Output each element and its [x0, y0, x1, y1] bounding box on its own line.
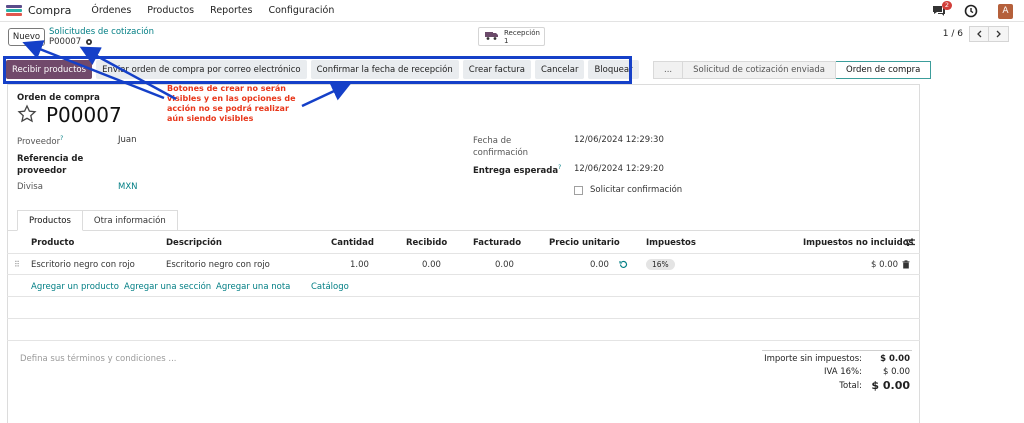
- new-button[interactable]: Nuevo: [8, 28, 45, 46]
- trash-icon[interactable]: [902, 260, 910, 272]
- breadcrumb-parent-link[interactable]: Solicitudes de cotización: [49, 27, 154, 37]
- vendor-label: Proveedor?: [17, 135, 64, 147]
- total-value: $ 0.00: [871, 379, 910, 392]
- empty-row-divider-2: [7, 318, 920, 319]
- tax-badge[interactable]: 16%: [646, 259, 675, 270]
- vendor-label-text: Proveedor: [17, 136, 61, 147]
- request-confirmation-checkbox[interactable]: [574, 186, 583, 195]
- add-product-link[interactable]: Agregar un producto: [31, 282, 119, 292]
- app-menu-icon[interactable]: [6, 4, 22, 17]
- pager-value[interactable]: 1 / 6: [943, 29, 963, 39]
- pager-previous-button[interactable]: [969, 26, 989, 42]
- reception-count: 1: [504, 36, 509, 45]
- star-icon[interactable]: [17, 104, 37, 124]
- col-header-facturado[interactable]: Facturado: [473, 238, 521, 248]
- add-section-link[interactable]: Agregar una sección: [124, 282, 211, 292]
- untaxed-amount-label: Importe sin impuestos:: [764, 354, 862, 364]
- cell-facturado[interactable]: 0.00: [495, 260, 514, 270]
- cell-descripcion[interactable]: Escritorio negro con rojo: [166, 260, 270, 270]
- iva-label: IVA 16%:: [823, 367, 862, 377]
- notebook-tabs: Productos Otra información: [17, 210, 178, 231]
- chat-icon[interactable]: 2: [932, 1, 952, 18]
- pager-next-button[interactable]: [989, 26, 1009, 42]
- stage-more[interactable]: ...: [653, 61, 684, 79]
- status-bar: ... Solicitud de cotización enviada Orde…: [653, 61, 932, 79]
- vendor-field[interactable]: Juan: [118, 135, 137, 145]
- tab-productos[interactable]: Productos: [17, 210, 83, 231]
- row-divider: [7, 274, 920, 275]
- confirmation-date-label: Fecha de confirmación: [473, 136, 529, 158]
- col-header-recibido[interactable]: Recibido: [406, 238, 447, 248]
- document-type-label: Orden de compra: [17, 93, 100, 103]
- gear-icon[interactable]: [85, 38, 93, 46]
- cell-cantidad[interactable]: 1.00: [350, 260, 369, 270]
- breadcrumb-current: P00007: [49, 37, 93, 47]
- currency-label: Divisa: [17, 182, 43, 192]
- add-note-link[interactable]: Agregar una nota: [216, 282, 290, 292]
- chevron-left-icon: [976, 30, 981, 38]
- price-history-icon[interactable]: [619, 260, 628, 272]
- currency-field[interactable]: MXN: [118, 182, 138, 192]
- iva-value: $ 0.00: [882, 367, 910, 377]
- cell-precio[interactable]: 0.00: [590, 260, 609, 270]
- truck-icon: [485, 31, 498, 43]
- column-settings-icon[interactable]: [905, 238, 915, 250]
- empty-row-divider-3: [7, 340, 920, 341]
- catalog-link[interactable]: Catálogo: [311, 282, 349, 292]
- totals-divider: [762, 350, 912, 351]
- menu-ordenes[interactable]: Órdenes: [91, 5, 131, 16]
- expected-arrival-field[interactable]: 12/06/2024 12:29:20: [574, 164, 664, 174]
- request-confirmation-label: Solicitar confirmación: [590, 185, 683, 195]
- tab-otra-informacion[interactable]: Otra información: [82, 210, 178, 231]
- activity-clock-icon[interactable]: [964, 4, 978, 18]
- stage-purchase-order[interactable]: Orden de compra: [836, 61, 932, 79]
- expected-arrival-label: Entrega esperada?: [473, 164, 562, 176]
- expected-arrival-label-text: Entrega esperada: [473, 165, 559, 176]
- highlight-frame: [3, 56, 632, 84]
- cell-recibido[interactable]: 0.00: [422, 260, 441, 270]
- total-label: Total:: [839, 381, 862, 391]
- annotation-note: Botones de crear no serán visibles y en …: [167, 84, 296, 123]
- cell-producto[interactable]: Escritorio negro con rojo: [31, 260, 135, 270]
- cell-subtotal: $ 0.00: [871, 260, 899, 270]
- top-navbar: Compra Órdenes Productos Reportes Config…: [0, 0, 1024, 22]
- breadcrumb-current-label: P00007: [49, 37, 82, 47]
- document-name: P00007: [46, 103, 122, 127]
- col-header-precio[interactable]: Precio unitario: [549, 238, 620, 248]
- col-header-cantidad[interactable]: Cantidad: [331, 238, 374, 248]
- stage-rfq-sent[interactable]: Solicitud de cotización enviada: [683, 61, 836, 79]
- col-header-producto[interactable]: Producto: [31, 238, 74, 248]
- chat-count-badge: 2: [941, 1, 952, 10]
- user-avatar[interactable]: A: [998, 3, 1013, 19]
- chevron-right-icon: [996, 30, 1001, 38]
- drag-handle-icon[interactable]: ⠿: [14, 260, 20, 269]
- pager: 1 / 6: [943, 26, 1009, 42]
- untaxed-amount-value: $ 0.00: [880, 354, 910, 364]
- confirmation-date-field[interactable]: 12/06/2024 12:29:30: [574, 135, 664, 145]
- menu-productos[interactable]: Productos: [147, 5, 194, 16]
- menu-reportes[interactable]: Reportes: [210, 5, 252, 16]
- col-header-subtotal[interactable]: Impuestos no incluidos: [803, 238, 914, 248]
- reception-label: Recepción: [504, 28, 540, 37]
- reception-smart-button[interactable]: Recepción 1: [478, 27, 545, 46]
- vendor-reference-label: Referencia de proveedor: [17, 154, 84, 176]
- terms-input[interactable]: Defina sus términos y condiciones ...: [20, 354, 176, 364]
- menu-configuracion[interactable]: Configuración: [268, 5, 334, 16]
- col-header-descripcion[interactable]: Descripción: [166, 238, 222, 248]
- app-name[interactable]: Compra: [28, 4, 71, 17]
- col-header-impuestos[interactable]: Impuestos: [646, 238, 696, 248]
- header-divider: [7, 253, 920, 254]
- empty-row-divider-1: [7, 296, 920, 297]
